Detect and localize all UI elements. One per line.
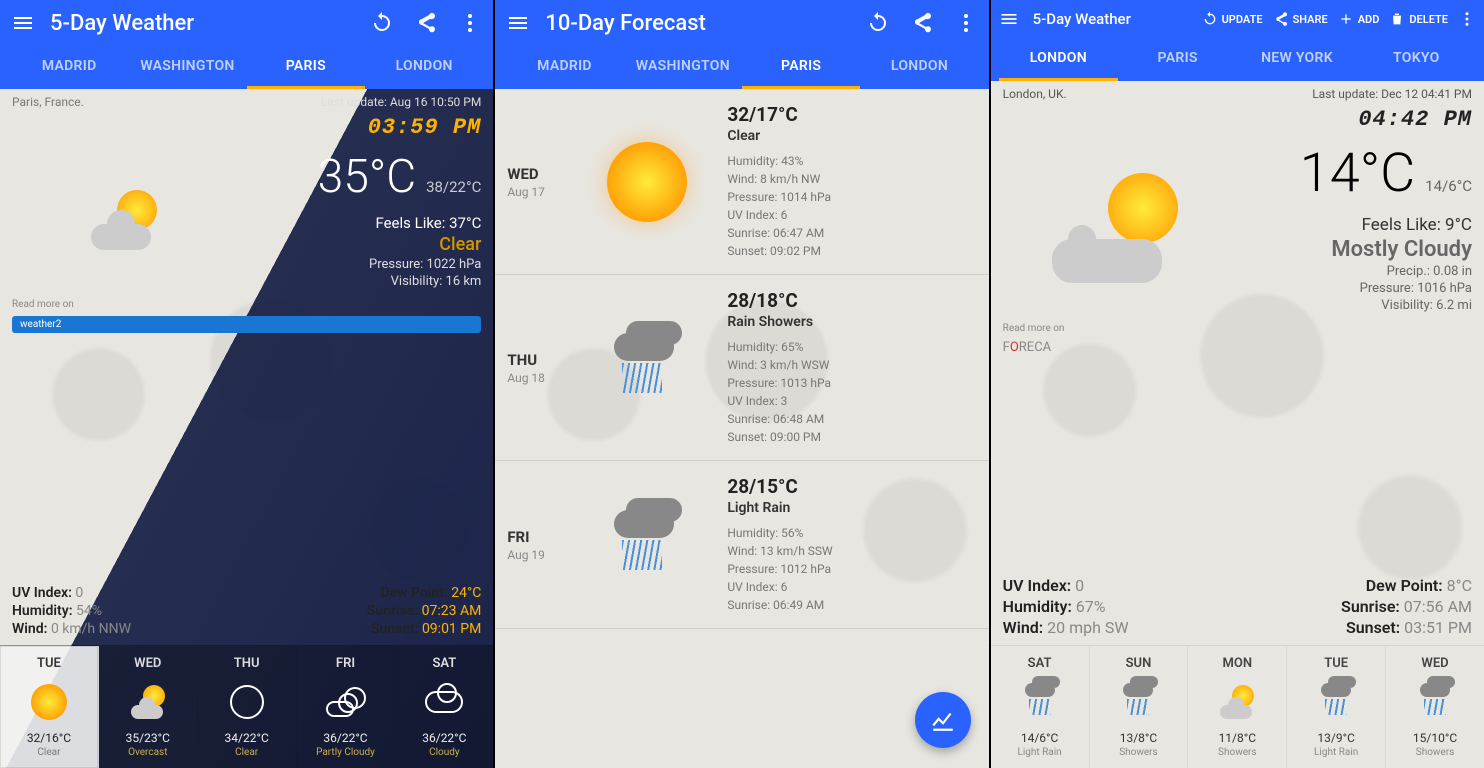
condition-label: Clear (251, 234, 482, 255)
tab-london[interactable]: LONDON (365, 46, 483, 89)
stats-right: Dew Point: 8°CSunrise: 07:56 AMSunset: 0… (1341, 576, 1472, 637)
tab-tokyo[interactable]: TOKYO (1357, 38, 1476, 81)
refresh-icon[interactable] (369, 10, 395, 36)
digital-clock: 04:42 PM (991, 107, 1484, 132)
forecast-day[interactable]: SAT14/6°CLight Rain (991, 646, 1090, 768)
feels-like: Feels Like: 37°C (251, 214, 482, 232)
location-label: Paris, France. (12, 95, 84, 109)
visibility-label: Visibility: 16 km (251, 274, 482, 289)
last-update-label: Last update: Dec 12 04:41 PM (1312, 87, 1472, 101)
readmore-label: Read more on (0, 295, 493, 314)
forecast-strip: SAT14/6°CLight RainSUN13/8°CShowersMON11… (991, 645, 1484, 768)
pressure-label: Pressure: 1016 hPa (1241, 281, 1472, 296)
chart-fab[interactable] (915, 692, 971, 748)
provider-link[interactable]: FORECA (1003, 340, 1472, 355)
add-button[interactable]: ADD (1338, 11, 1380, 27)
current-temp: 35°C (318, 150, 416, 204)
hilo-temp: 38/22°C (426, 178, 481, 196)
menu-icon[interactable] (10, 10, 36, 36)
tab-washington[interactable]: WASHINGTON (624, 46, 742, 89)
current-temp: 14°C (1300, 142, 1415, 205)
app-title: 10-Day Forecast (545, 11, 850, 36)
appbar: 5-Day Weather MADRIDWASHINGTONPARISLONDO… (0, 0, 493, 89)
menu-icon[interactable] (505, 10, 531, 36)
panel-5day-london: 5-Day Weather UPDATE SHARE ADD DELETE LO… (991, 0, 1484, 768)
location-label: London, UK. (1003, 87, 1067, 101)
forecast-day[interactable]: TUE32/16°CClear (0, 646, 99, 768)
current-weather-icon (87, 190, 167, 250)
forecast-day[interactable]: MON11/8°CShowers (1188, 646, 1287, 768)
last-update-label: Last update: Aug 16 10:50 PM (321, 95, 481, 109)
panel-5day-paris: 5-Day Weather MADRIDWASHINGTONPARISLONDO… (0, 0, 493, 768)
day-list[interactable]: WEDAug 17 32/17°CClear Humidity: 43%Wind… (495, 89, 988, 629)
menu-icon[interactable] (999, 9, 1019, 29)
share-icon[interactable] (909, 10, 935, 36)
forecast-day[interactable]: WED15/10°CShowers (1386, 646, 1484, 768)
delete-button[interactable]: DELETE (1389, 11, 1448, 27)
forecast-day[interactable]: SAT36/22°CCloudy (395, 646, 493, 768)
tab-paris[interactable]: PARIS (247, 46, 365, 89)
tabs: LONDONPARISNEW YORKTOKYO (999, 38, 1476, 81)
forecast-day[interactable]: SUN13/8°CShowers (1090, 646, 1189, 768)
current-weather-icon (1048, 173, 1188, 283)
forecast-day[interactable]: TUE13/9°CLight Rain (1287, 646, 1386, 768)
app-title: 5-Day Weather (1033, 10, 1188, 28)
overflow-icon[interactable] (1458, 6, 1476, 32)
tab-madrid[interactable]: MADRID (10, 46, 128, 89)
panel-10day-paris: 10-Day Forecast MADRIDWASHINGTONPARISLON… (495, 0, 988, 768)
forecast-day[interactable]: FRI36/22°CPartly Cloudy (297, 646, 396, 768)
tab-paris[interactable]: PARIS (1118, 38, 1237, 81)
forecast-day[interactable]: WED35/23°COvercast (99, 646, 198, 768)
forecast-strip: TUE32/16°CClearWED35/23°COvercastTHU34/2… (0, 645, 493, 768)
share-icon[interactable] (413, 10, 439, 36)
visibility-label: Visibility: 6.2 mi (1241, 298, 1472, 313)
stats-right: Dew Point: 24°CSunrise: 07:23 AMSunset: … (367, 585, 482, 637)
overflow-icon[interactable] (457, 10, 483, 36)
tabs: MADRIDWASHINGTONPARISLONDON (10, 46, 483, 89)
precip-label: Precip.: 0.08 in (1241, 264, 1472, 279)
stats-left: UV Index: 0Humidity: 67%Wind: 20 mph SW (1003, 576, 1129, 637)
appbar: 5-Day Weather UPDATE SHARE ADD DELETE LO… (991, 0, 1484, 81)
tab-london[interactable]: LONDON (860, 46, 978, 89)
day-row[interactable]: FRIAug 19 28/15°CLight Rain Humidity: 56… (495, 461, 988, 629)
pressure-label: Pressure: 1022 hPa (251, 257, 482, 272)
stats-left: UV Index: 0Humidity: 54%Wind: 0 km/h NNW (12, 585, 131, 637)
readmore-label: Read more on (991, 319, 1484, 338)
refresh-icon[interactable] (865, 10, 891, 36)
tab-madrid[interactable]: MADRID (505, 46, 623, 89)
app-title: 5-Day Weather (50, 11, 355, 36)
day-row[interactable]: THUAug 18 28/18°CRain Showers Humidity: … (495, 275, 988, 461)
feels-like: Feels Like: 9°C (1241, 215, 1472, 235)
appbar: 10-Day Forecast MADRIDWASHINGTONPARISLON… (495, 0, 988, 89)
forecast-day[interactable]: THU34/22°CClear (198, 646, 297, 768)
provider-badge[interactable]: weather2 (12, 316, 481, 333)
tabs: MADRIDWASHINGTONPARISLONDON (505, 46, 978, 89)
condition-label: Mostly Cloudy (1241, 237, 1472, 262)
update-button[interactable]: UPDATE (1202, 11, 1263, 27)
tab-washington[interactable]: WASHINGTON (128, 46, 246, 89)
digital-clock: 03:59 PM (0, 115, 493, 140)
hilo-temp: 14/6°C (1425, 177, 1472, 195)
tab-london[interactable]: LONDON (999, 38, 1118, 81)
share-button[interactable]: SHARE (1273, 11, 1328, 27)
tab-paris[interactable]: PARIS (742, 46, 860, 89)
day-row[interactable]: WEDAug 17 32/17°CClear Humidity: 43%Wind… (495, 89, 988, 275)
tab-new-york[interactable]: NEW YORK (1237, 38, 1356, 81)
overflow-icon[interactable] (953, 10, 979, 36)
